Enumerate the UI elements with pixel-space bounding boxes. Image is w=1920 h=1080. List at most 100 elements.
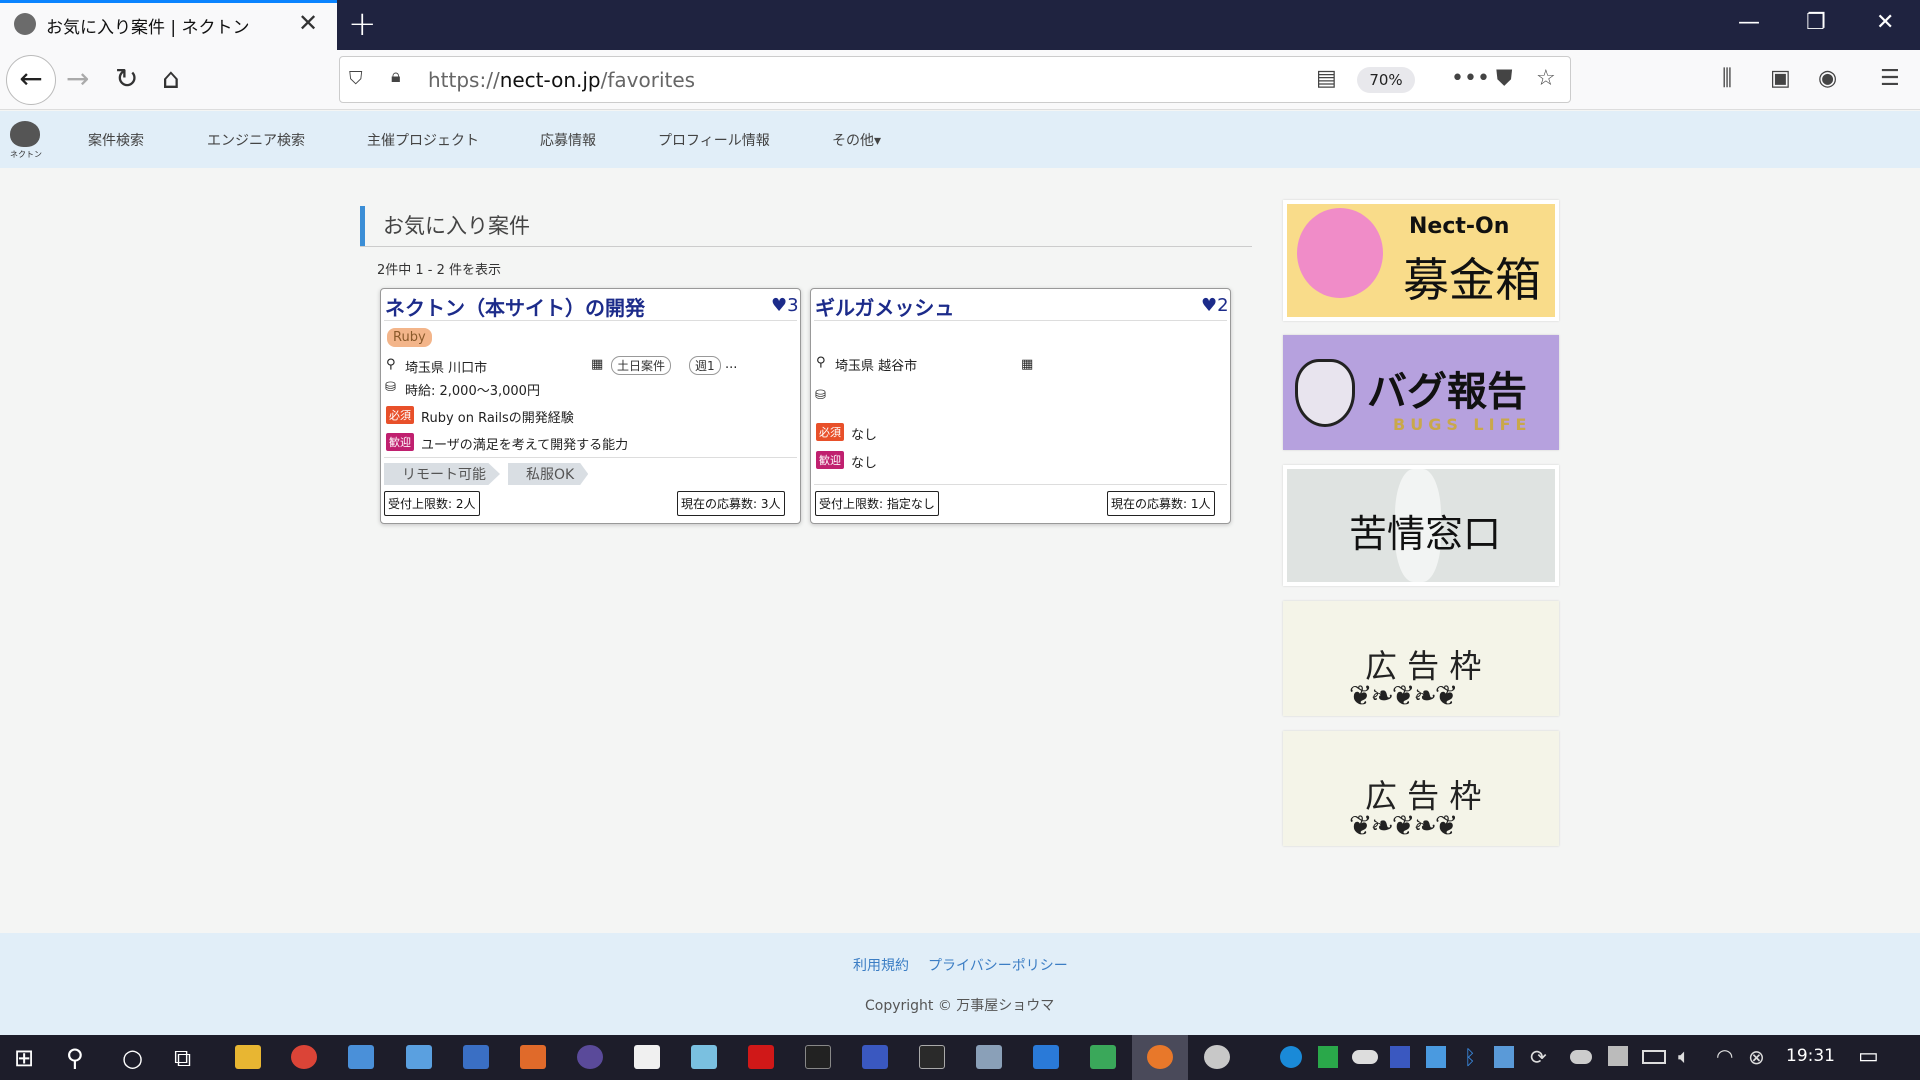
app-icon[interactable] (406, 1045, 432, 1069)
schedule-more: ... (725, 357, 738, 372)
chrome-icon[interactable] (291, 1045, 317, 1069)
defender-icon[interactable] (1318, 1046, 1338, 1068)
nav-project-search[interactable]: 案件検索 (88, 130, 144, 150)
file-explorer-icon[interactable] (235, 1045, 261, 1069)
tray-app-icon[interactable] (1570, 1050, 1592, 1064)
application-limit: 受付上限数: 指定なし (815, 491, 939, 516)
favorite-number: 2 (1217, 295, 1229, 316)
taskbar-clock[interactable]: 19:31 (1786, 1046, 1835, 1066)
app-icon[interactable] (748, 1045, 774, 1069)
reload-icon[interactable]: ↻ (115, 62, 138, 95)
copyright-text: Copyright © 万事屋ショウマ (865, 998, 1055, 1014)
menu-icon[interactable]: ☰ (1880, 66, 1900, 91)
welcome-badge: 歓迎 (816, 451, 844, 469)
site-logo-icon[interactable] (10, 121, 40, 147)
location-pin-icon: ⚲ (386, 357, 396, 372)
library-icon[interactable]: ⫼ (1722, 66, 1732, 91)
lock-icon[interactable]: 🔒︎ (391, 66, 401, 87)
project-card[interactable] (810, 288, 1231, 524)
volume-icon[interactable]: 🔈︎ (1678, 1044, 1690, 1068)
home-icon[interactable]: ⌂ (162, 62, 180, 95)
nav-engineer-search[interactable]: エンジニア検索 (207, 130, 305, 150)
cortana-icon[interactable]: ○ (122, 1044, 143, 1072)
search-icon[interactable]: ⚲ (66, 1044, 84, 1072)
firefox-icon[interactable] (1147, 1045, 1173, 1069)
app-icon[interactable] (463, 1045, 489, 1069)
action-center-icon[interactable]: ▭ (1858, 1044, 1879, 1069)
account-icon[interactable]: ◉ (1818, 66, 1837, 91)
ad-slot-banner[interactable]: 広 告 枠 ❦❧❦❧❦ (1283, 731, 1559, 846)
terminal-icon[interactable] (805, 1045, 831, 1069)
nav-hosted-projects[interactable]: 主催プロジェクト (367, 130, 479, 150)
url-scheme: https:// (428, 68, 500, 92)
notification-blocked-icon[interactable]: ⊗ (1748, 1045, 1765, 1069)
nav-profile[interactable]: プロフィール情報 (658, 130, 770, 150)
app-icon[interactable] (862, 1045, 888, 1069)
tray-app-icon[interactable] (1608, 1046, 1628, 1066)
url-path: /favorites (600, 68, 696, 92)
heart-icon: ♥ (771, 295, 788, 316)
app-icon[interactable] (919, 1045, 945, 1069)
privacy-link[interactable]: プライバシーポリシー (928, 955, 1068, 975)
window-close-button[interactable]: ✕ (1876, 10, 1894, 35)
mail-icon[interactable] (1033, 1045, 1059, 1069)
pocket-icon[interactable]: ⛊ (1496, 66, 1513, 91)
new-tab-button[interactable]: + (348, 4, 377, 44)
favorite-count[interactable]: ♥2 (1201, 295, 1229, 316)
back-button[interactable]: ← (6, 55, 56, 105)
app-icon[interactable] (634, 1045, 660, 1069)
eclipse-icon[interactable] (577, 1045, 603, 1069)
onedrive-icon[interactable] (1352, 1050, 1378, 1064)
project-card[interactable] (380, 288, 801, 524)
url-text[interactable]: https://nect-on.jp/favorites (428, 68, 695, 92)
tray-app-icon[interactable]: ⟳ (1530, 1045, 1547, 1069)
nav-applications[interactable]: 応募情報 (540, 130, 596, 150)
bug-report-banner[interactable]: バグ報告 BUGS LIFE (1283, 335, 1559, 450)
app-icon[interactable] (1204, 1045, 1230, 1069)
store-icon[interactable] (348, 1045, 374, 1069)
app-icon[interactable] (691, 1045, 717, 1069)
bug-report-title: バグ報告 (1367, 369, 1527, 415)
tray-app-icon[interactable] (1390, 1046, 1410, 1068)
app-icon[interactable] (1090, 1045, 1116, 1069)
favorite-count[interactable]: ♥3 (771, 295, 799, 316)
skype-icon[interactable] (1280, 1046, 1302, 1068)
project-title[interactable]: ネクトン（本サイト）の開発 (385, 292, 645, 321)
page-actions-icon[interactable]: ••• (1451, 66, 1490, 91)
current-applicants: 現在の応募数: 3人 (677, 491, 785, 516)
wifi-icon[interactable]: ◠ (1716, 1044, 1733, 1068)
required-badge: 必須 (386, 406, 414, 424)
required-skill: なし (851, 428, 878, 443)
matlab-icon[interactable] (520, 1045, 546, 1069)
calendar-icon: ▦ (1021, 357, 1034, 372)
minimize-button[interactable]: — (1738, 10, 1760, 35)
windows-start-icon[interactable]: ⊞ (14, 1044, 34, 1072)
terms-link[interactable]: 利用規約 (853, 955, 909, 975)
nav-other-dropdown[interactable]: その他▾ (832, 130, 881, 150)
donation-title: Nect-On (1409, 214, 1510, 239)
tray-app-icon[interactable] (1426, 1046, 1446, 1068)
battery-icon[interactable] (1642, 1050, 1666, 1064)
sidebar-icon[interactable]: ▣ (1770, 66, 1791, 91)
forward-icon[interactable]: → (66, 62, 89, 95)
reader-view-icon[interactable]: ▤ (1316, 66, 1337, 91)
coins-icon: ⛁ (815, 388, 826, 403)
donation-banner[interactable]: Nect-On 募金箱 (1283, 200, 1559, 321)
bluetooth-icon[interactable]: ᛒ (1464, 1045, 1476, 1069)
shield-icon[interactable]: ⛉ (349, 68, 363, 89)
coins-icon: ⛁ (385, 380, 396, 395)
restore-button[interactable]: ❐ (1806, 10, 1826, 35)
project-title[interactable]: ギルガメッシュ (815, 292, 954, 321)
heading-accent-bar (360, 206, 365, 246)
ad-slot-banner[interactable]: 広 告 枠 ❦❧❦❧❦ (1283, 601, 1559, 716)
donation-subtitle: 募金箱 (1403, 253, 1541, 307)
tab-close-icon[interactable]: ✕ (298, 9, 318, 37)
zoom-level-button[interactable]: 70% (1357, 67, 1415, 93)
bookmark-star-icon[interactable]: ☆ (1536, 66, 1556, 91)
schedule-tag: 土日案件 (611, 356, 672, 375)
task-view-icon[interactable]: ⧉ (174, 1044, 191, 1072)
complaint-banner[interactable]: 苦情窓口 (1283, 465, 1559, 586)
favorite-number: 3 (787, 295, 799, 316)
tray-app-icon[interactable] (1494, 1046, 1514, 1068)
app-icon[interactable] (976, 1045, 1002, 1069)
